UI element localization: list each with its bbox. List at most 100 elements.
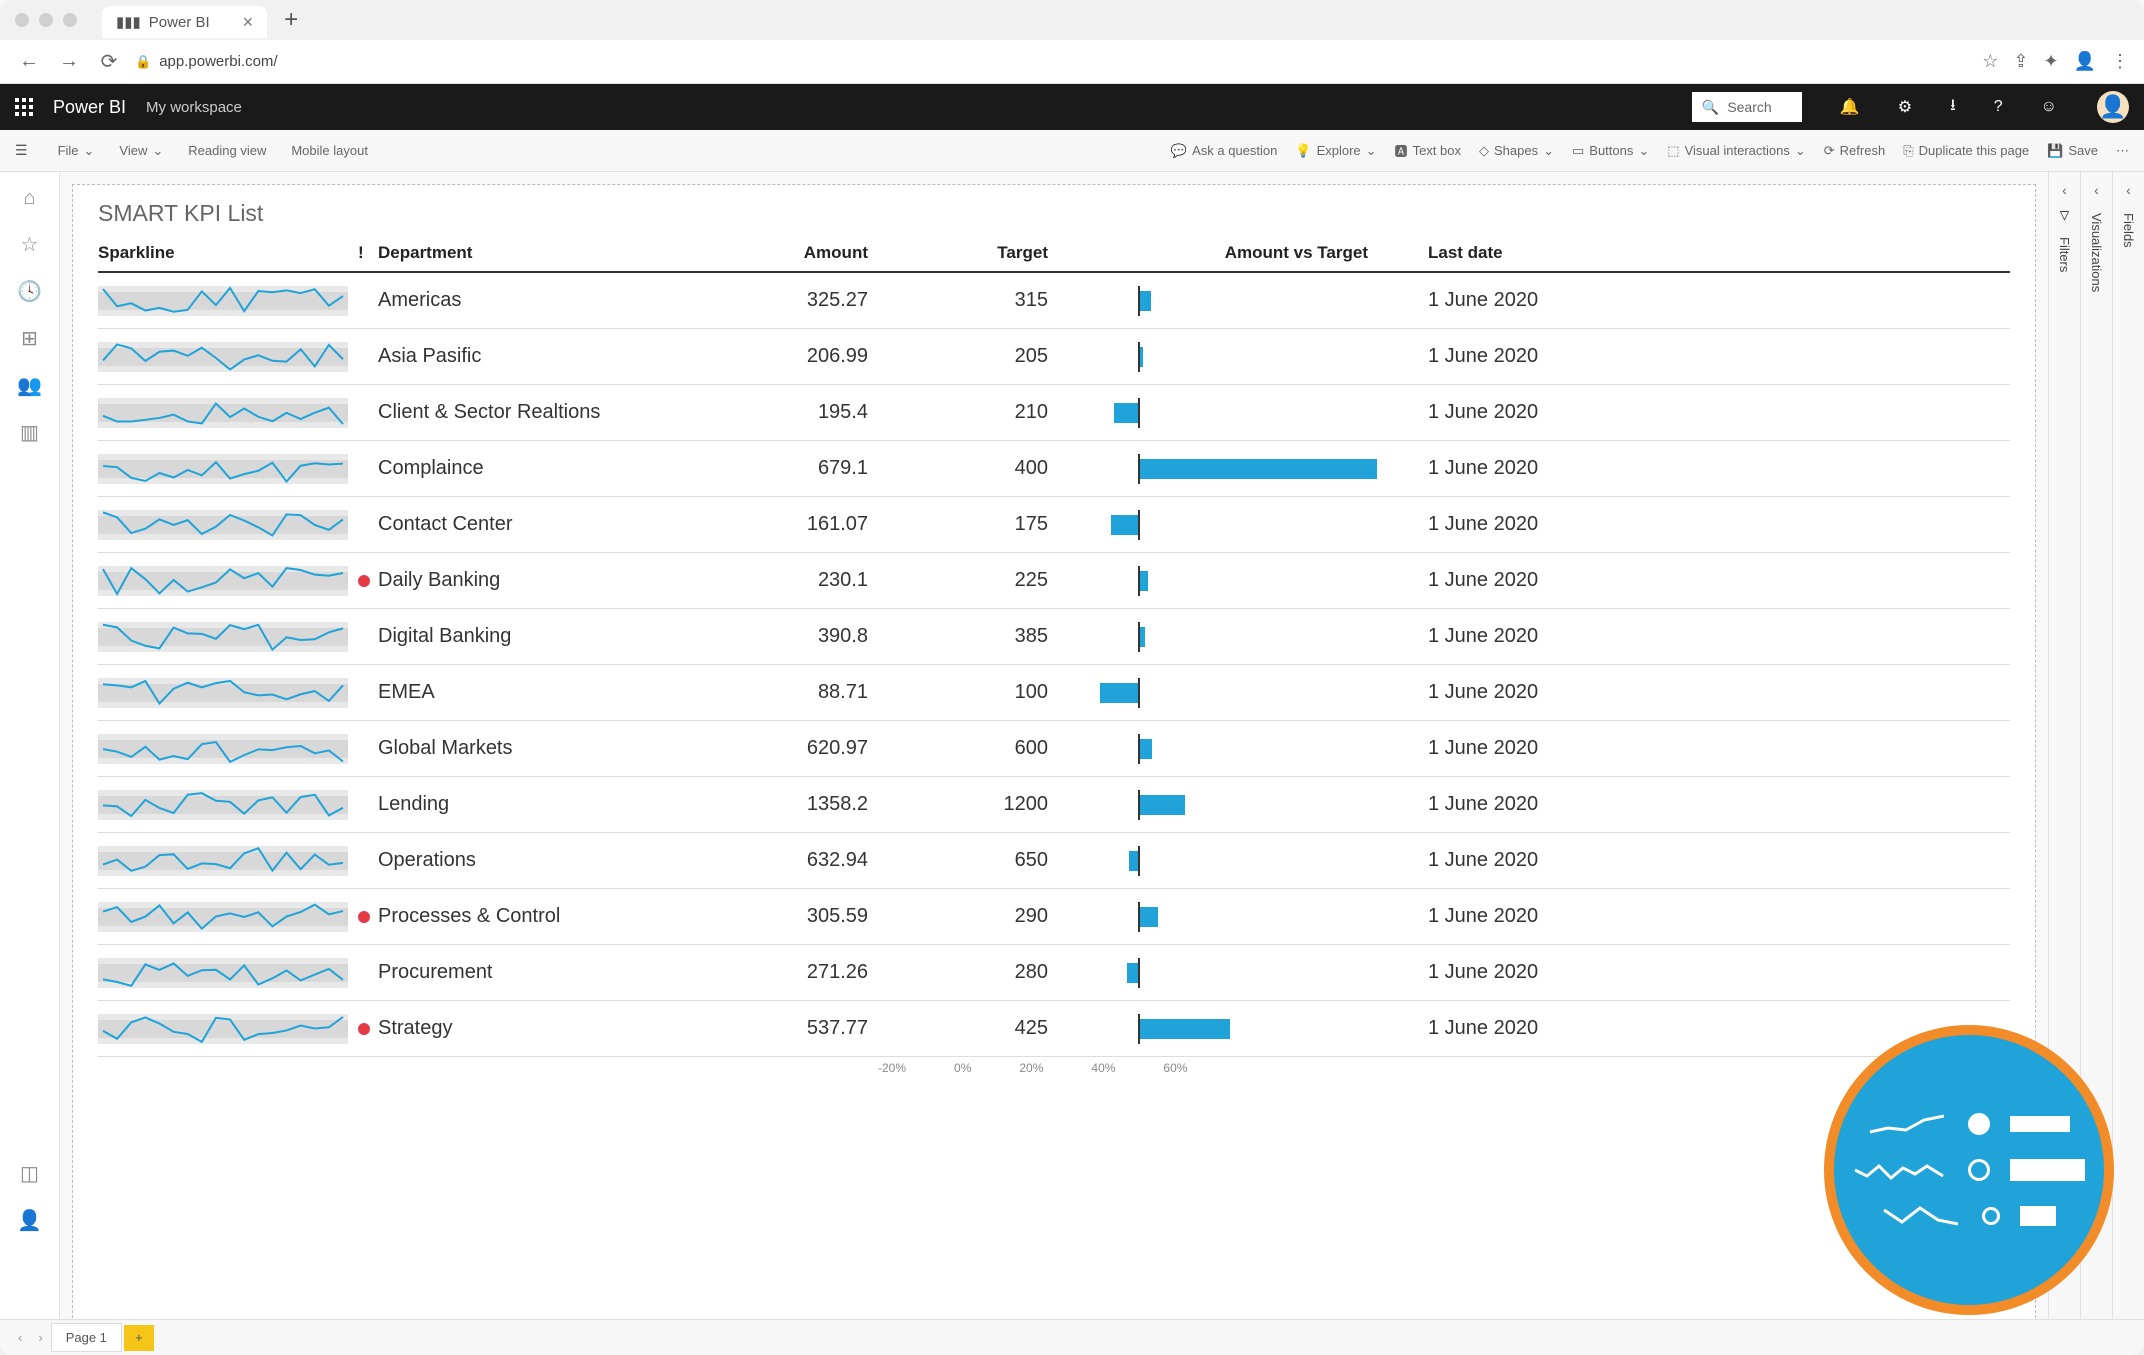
amount-vs-target-cell xyxy=(1048,1009,1398,1049)
browser-tab[interactable]: ▮▮▮ Power BI × xyxy=(102,6,267,38)
department-cell: Procurement xyxy=(378,961,678,984)
save-button[interactable]: 💾 Save xyxy=(2047,143,2098,159)
hamburger-icon[interactable]: ☰ xyxy=(15,142,28,159)
table-row[interactable]: Procurement271.262801 June 2020 xyxy=(98,945,2010,1001)
search-icon: 🔍 xyxy=(1702,99,1719,116)
axis-tick-label: 0% xyxy=(954,1061,971,1075)
amount-vs-target-cell xyxy=(1048,729,1398,769)
amount-vs-target-cell xyxy=(1048,281,1398,321)
minimize-window-icon[interactable] xyxy=(39,13,53,27)
shapes-button[interactable]: ◇ Shapes ⌄ xyxy=(1479,143,1554,159)
variance-bar xyxy=(1129,851,1138,871)
download-icon[interactable]: ⭳ xyxy=(1950,94,1956,121)
department-cell: Lending xyxy=(378,793,678,816)
notifications-icon[interactable]: 🔔 xyxy=(1840,97,1860,117)
tab-close-icon[interactable]: × xyxy=(243,12,254,33)
bulb-icon: 💡 xyxy=(1295,143,1311,159)
table-row[interactable]: Lending1358.212001 June 2020 xyxy=(98,777,2010,833)
more-options-icon[interactable]: ⋯ xyxy=(2116,143,2129,159)
header-amount-vs-target[interactable]: Amount vs Target xyxy=(1048,243,1398,263)
visual-interactions-button[interactable]: ⬚ Visual interactions ⌄ xyxy=(1667,143,1805,159)
back-button[interactable]: ← xyxy=(15,48,43,76)
next-page-button[interactable]: › xyxy=(30,1326,50,1349)
profile-icon[interactable]: 👤 xyxy=(2074,51,2096,72)
table-row[interactable]: Contact Center161.071751 June 2020 xyxy=(98,497,2010,553)
app-launcher-icon[interactable] xyxy=(15,98,33,116)
user-avatar[interactable]: 👤 xyxy=(2097,91,2129,123)
table-row[interactable]: Digital Banking390.83851 June 2020 xyxy=(98,609,2010,665)
cast-icon[interactable]: ⇪ xyxy=(2013,51,2028,72)
table-row[interactable]: Americas325.273151 June 2020 xyxy=(98,273,2010,329)
apps-icon[interactable]: ⊞ xyxy=(21,326,38,351)
table-row[interactable]: Daily Banking230.12251 June 2020 xyxy=(98,553,2010,609)
chevron-left-icon[interactable]: ‹ xyxy=(2062,182,2067,198)
chevron-left-icon[interactable]: ‹ xyxy=(2126,182,2131,198)
user-icon[interactable]: 👤 xyxy=(17,1208,42,1233)
buttons-button[interactable]: ▭ Buttons ⌄ xyxy=(1572,143,1649,159)
last-date-cell: 1 June 2020 xyxy=(1398,737,1598,760)
reload-button[interactable]: ⟳ xyxy=(95,48,123,76)
header-department[interactable]: Department xyxy=(378,243,678,263)
report-canvas[interactable]: SMART KPI List Sparkline ! Department Am… xyxy=(60,172,2048,1355)
header-target[interactable]: Target xyxy=(868,243,1048,263)
search-input[interactable]: 🔍 Search xyxy=(1692,92,1802,122)
refresh-button[interactable]: ⟳ Refresh xyxy=(1824,143,1885,159)
report-title: SMART KPI List xyxy=(98,200,2010,227)
settings-icon[interactable]: ⚙ xyxy=(1898,97,1912,117)
header-sparkline[interactable]: Sparkline xyxy=(98,243,358,263)
table-row[interactable]: Strategy537.774251 June 2020 xyxy=(98,1001,2010,1057)
last-date-cell: 1 June 2020 xyxy=(1398,457,1598,480)
amount-vs-target-cell xyxy=(1048,337,1398,377)
text-box-button[interactable]: 🅰 Text box xyxy=(1395,141,1461,160)
url-input[interactable]: 🔒 app.powerbi.com/ xyxy=(135,53,1970,70)
bar-icon xyxy=(2010,1116,2070,1132)
duplicate-page-button[interactable]: ⎘ Duplicate this page xyxy=(1903,143,2029,159)
recent-icon[interactable]: 🕓 xyxy=(17,279,42,304)
star-icon[interactable]: ☆ xyxy=(1982,51,1998,72)
prev-page-button[interactable]: ‹ xyxy=(10,1326,30,1349)
department-cell: Global Markets xyxy=(378,737,678,760)
forward-button[interactable]: → xyxy=(55,48,83,76)
workspace-label[interactable]: My workspace xyxy=(146,99,242,116)
table-row[interactable]: Client & Sector Realtions195.42101 June … xyxy=(98,385,2010,441)
help-icon[interactable]: ? xyxy=(1994,98,2003,116)
header-alert[interactable]: ! xyxy=(358,243,378,263)
close-window-icon[interactable] xyxy=(15,13,29,27)
table-row[interactable]: Global Markets620.976001 June 2020 xyxy=(98,721,2010,777)
shared-icon[interactable]: 👥 xyxy=(17,373,42,398)
file-menu[interactable]: File ⌄ xyxy=(58,143,95,159)
fields-panel[interactable]: ‹ Fields xyxy=(2112,172,2144,1355)
mobile-layout-button[interactable]: Mobile layout xyxy=(291,143,368,158)
table-row[interactable]: EMEA88.711001 June 2020 xyxy=(98,665,2010,721)
table-row[interactable]: Operations632.946501 June 2020 xyxy=(98,833,2010,889)
table-row[interactable]: Processes & Control305.592901 June 2020 xyxy=(98,889,2010,945)
data-icon[interactable]: ◫ xyxy=(20,1161,39,1186)
window-controls[interactable] xyxy=(15,13,77,27)
header-last-date[interactable]: Last date xyxy=(1398,243,1598,263)
table-row[interactable]: Asia Pasific206.992051 June 2020 xyxy=(98,329,2010,385)
menu-icon[interactable]: ⋮ xyxy=(2111,51,2129,72)
feedback-icon[interactable]: ☺ xyxy=(2041,98,2057,116)
home-icon[interactable]: ⌂ xyxy=(23,187,35,210)
reading-view-button[interactable]: Reading view xyxy=(188,143,266,158)
sparkline-cell xyxy=(98,896,358,938)
maximize-window-icon[interactable] xyxy=(63,13,77,27)
explore-button[interactable]: 💡 Explore ⌄ xyxy=(1295,143,1376,159)
axis-line xyxy=(1138,342,1140,372)
kpi-visual[interactable]: SMART KPI List Sparkline ! Department Am… xyxy=(72,184,2036,1343)
table-row[interactable]: Complaince679.14001 June 2020 xyxy=(98,441,2010,497)
brand-label[interactable]: Power BI xyxy=(53,97,126,118)
extension-icon[interactable]: ✦ xyxy=(2043,51,2058,72)
hollow-circle-icon xyxy=(1982,1207,2000,1225)
add-page-button[interactable]: + xyxy=(124,1325,154,1351)
workspaces-icon[interactable]: ▥ xyxy=(20,420,39,445)
header-amount[interactable]: Amount xyxy=(678,243,868,263)
ask-question-button[interactable]: 💬 Ask a question xyxy=(1171,143,1277,159)
new-tab-button[interactable]: + xyxy=(277,6,305,34)
chevron-left-icon[interactable]: ‹ xyxy=(2094,182,2099,198)
table-header: Sparkline ! Department Amount Target Amo… xyxy=(98,235,2010,273)
amount-vs-target-cell xyxy=(1048,393,1398,433)
view-menu[interactable]: View ⌄ xyxy=(119,143,163,159)
page-tab[interactable]: Page 1 xyxy=(51,1323,122,1352)
favorites-icon[interactable]: ☆ xyxy=(21,232,39,257)
